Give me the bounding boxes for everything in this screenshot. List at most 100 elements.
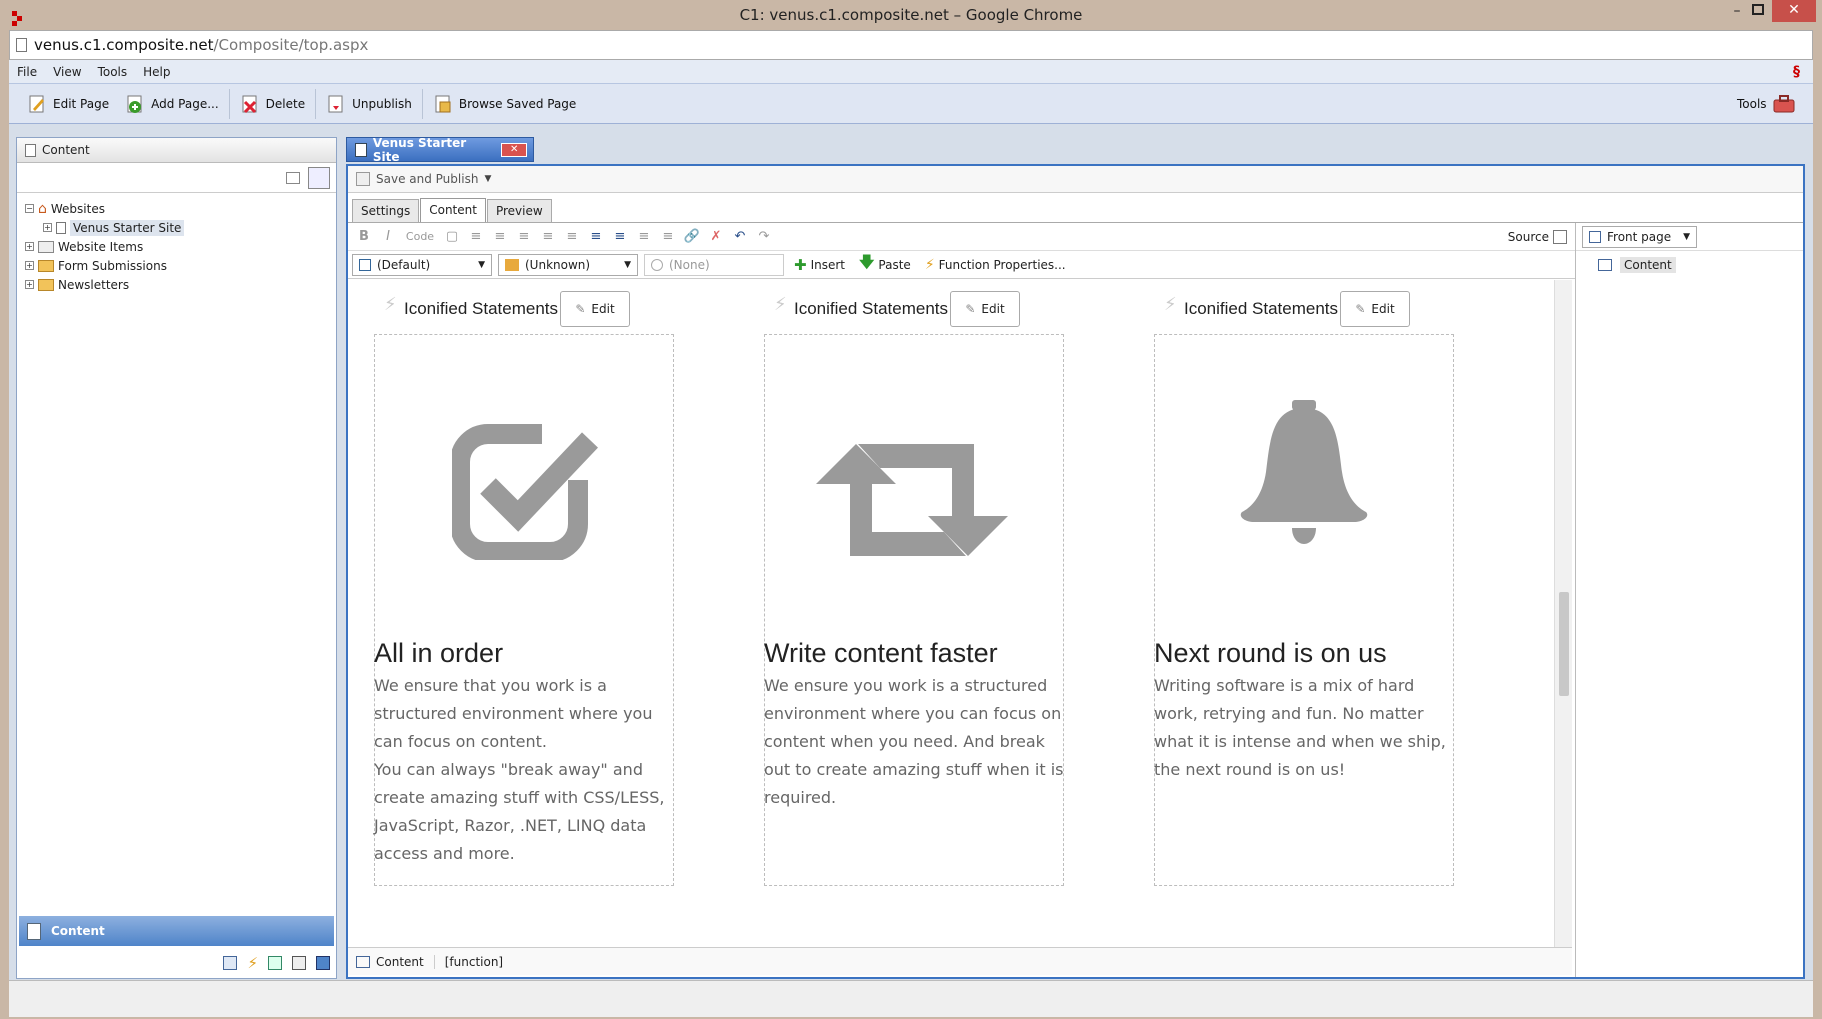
delete-label: Delete (265, 96, 306, 111)
edit-label: Edit (591, 302, 615, 316)
layout-perspective-icon[interactable] (292, 956, 306, 970)
content-explorer-panel: Content − ⌂ Websites + Venus Starter Sit… (16, 137, 337, 979)
toolbar-separator (228, 88, 230, 119)
statement-body: Writing software is a mix of hard work, … (1154, 672, 1459, 784)
statement-column: ⚡ Iconified Statements ✎ Edit All in ord… (374, 280, 694, 948)
tree-node-websites[interactable]: − ⌂ Websites (25, 199, 336, 218)
unlink-icon[interactable]: ✗ (704, 226, 728, 248)
home-icon: ⌂ (38, 200, 47, 217)
perspective-content[interactable]: Content (19, 916, 334, 946)
collapse-all-icon[interactable] (286, 171, 300, 184)
placeholder-item-content[interactable]: Content (1576, 251, 1803, 279)
link-with-editor-icon[interactable] (308, 166, 330, 189)
plus-icon: ✚ (794, 255, 807, 274)
align-left-icon[interactable]: ≡ (464, 226, 488, 248)
indent-icon[interactable]: ≡ (656, 226, 680, 248)
tree-node-venus-starter-site[interactable]: + Venus Starter Site (25, 218, 336, 237)
tab-settings[interactable]: Settings (352, 199, 420, 222)
insert-button[interactable]: ✚ Insert (790, 256, 849, 274)
menu-file[interactable]: File (9, 60, 45, 84)
visual-editor: B I Code ▢ ≡ ≡ ≡ ≡ ≡ ≡ ≡ ≡ ≡ 🔗 ✗ ↶ ↷ Sou… (348, 223, 1575, 977)
bottom-tab-content[interactable]: Content (356, 954, 435, 969)
data-perspective-icon[interactable] (268, 956, 282, 970)
edit-function-button[interactable]: ✎ Edit (950, 291, 1020, 327)
language-select[interactable]: (Unknown) ▼ (498, 253, 638, 276)
edit-function-button[interactable]: ✎ Edit (1340, 291, 1410, 327)
function-properties-label: Function Properties... (938, 257, 1066, 272)
expand-toggle[interactable]: + (25, 280, 34, 289)
browse-saved-page-icon (433, 94, 453, 114)
functions-perspective-icon[interactable]: ⚡ (247, 954, 258, 972)
toolbox-icon (1773, 94, 1795, 114)
collapse-toggle[interactable]: − (25, 204, 34, 213)
justify-icon[interactable]: ≡ (536, 226, 560, 248)
outdent-icon[interactable]: ≡ (632, 226, 656, 248)
tree-node-form-submissions[interactable]: + Form Submissions (25, 256, 336, 275)
source-button[interactable]: Source (1507, 229, 1567, 244)
menu-help[interactable]: Help (135, 60, 178, 84)
scrollbar-thumb[interactable] (1559, 592, 1569, 696)
align-center-icon[interactable]: ≡ (488, 226, 512, 248)
tab-preview[interactable]: Preview (486, 199, 552, 222)
tree-label: Websites (50, 201, 105, 216)
browse-saved-page-label: Browse Saved Page (458, 96, 577, 111)
tree-node-website-items[interactable]: + Website Items (25, 237, 336, 256)
add-page-button[interactable]: Add Page... (117, 88, 227, 120)
close-button[interactable]: ✕ (1772, 0, 1816, 22)
expand-toggle[interactable]: + (25, 261, 34, 270)
unpublish-button[interactable]: Unpublish (318, 88, 420, 120)
delete-button[interactable]: Delete (232, 88, 313, 120)
save-and-publish-button[interactable]: Save and Publish (376, 172, 478, 186)
tab-content[interactable]: Content (420, 198, 486, 222)
explorer-title: Content (42, 143, 90, 157)
statement-text: Writing software is a mix of hard work, … (1154, 676, 1446, 779)
menu-tools[interactable]: Tools (90, 60, 136, 84)
paste-button[interactable]: 🡇 Paste (855, 252, 915, 277)
document-tab[interactable]: Venus Starter Site ✕ (346, 136, 534, 164)
menu-bar: File View Tools Help § (9, 60, 1813, 84)
style-select[interactable]: (Default) ▼ (352, 253, 492, 276)
numbered-list-icon[interactable]: ≡ (608, 226, 632, 248)
expand-toggle[interactable]: + (25, 242, 34, 251)
maximize-button[interactable] (1752, 4, 1764, 15)
justify-full-icon[interactable]: ≡ (560, 226, 584, 248)
close-tab-icon[interactable]: ✕ (501, 142, 527, 157)
abbr-icon[interactable]: ▢ (440, 226, 464, 248)
editor-tabs: Settings Content Preview (348, 193, 1803, 223)
content-placeholder-icon (1598, 259, 1612, 271)
content-perspective-icon[interactable] (223, 956, 238, 970)
code-button[interactable]: Code (400, 226, 440, 248)
link-icon[interactable]: 🔗 (680, 226, 704, 248)
tree-node-newsletters[interactable]: + Newsletters (25, 275, 336, 294)
address-bar[interactable]: venus.c1.composite.net/Composite/top.asp… (9, 30, 1813, 60)
main-toolbar: Edit Page Add Page... Delete Unpublish B… (9, 84, 1813, 124)
editor-scrollbar[interactable] (1554, 280, 1572, 948)
minimize-button[interactable]: – (1722, 0, 1752, 24)
expand-toggle[interactable]: + (43, 223, 52, 232)
statement-column: ⚡ Iconified Statements ✎ Edit Write cont… (764, 280, 1084, 948)
system-perspective-icon[interactable] (316, 956, 330, 970)
function-label: Iconified Statements (1184, 299, 1339, 318)
italic-button[interactable]: I (376, 226, 400, 248)
edit-page-button[interactable]: Edit Page (19, 88, 117, 120)
perspective-switcher: ⚡ (17, 948, 336, 978)
bold-button[interactable]: B (352, 226, 376, 248)
tree-label: Form Submissions (58, 258, 167, 273)
class-select[interactable]: (None) (644, 253, 784, 276)
menu-view[interactable]: View (45, 60, 89, 84)
undo-icon[interactable]: ↶ (728, 226, 752, 248)
delete-icon (240, 94, 260, 114)
browse-saved-page-button[interactable]: Browse Saved Page (425, 88, 584, 120)
source-label: Source (1507, 229, 1549, 244)
bullet-list-icon[interactable]: ≡ (584, 226, 608, 248)
align-right-icon[interactable]: ≡ (512, 226, 536, 248)
editor-bottom-tabs: Content [function] (348, 947, 1572, 975)
content-icon (25, 143, 36, 157)
chevron-down-icon[interactable]: ▼ (484, 174, 491, 184)
edit-function-button[interactable]: ✎ Edit (560, 291, 630, 327)
bottom-tab-function[interactable]: [function] (445, 955, 503, 969)
function-properties-button[interactable]: ⚡ Function Properties... (921, 257, 1070, 273)
tools-button[interactable]: Tools (1729, 88, 1801, 120)
redo-icon[interactable]: ↷ (752, 226, 776, 248)
template-select[interactable]: Front page ▼ (1582, 225, 1698, 248)
